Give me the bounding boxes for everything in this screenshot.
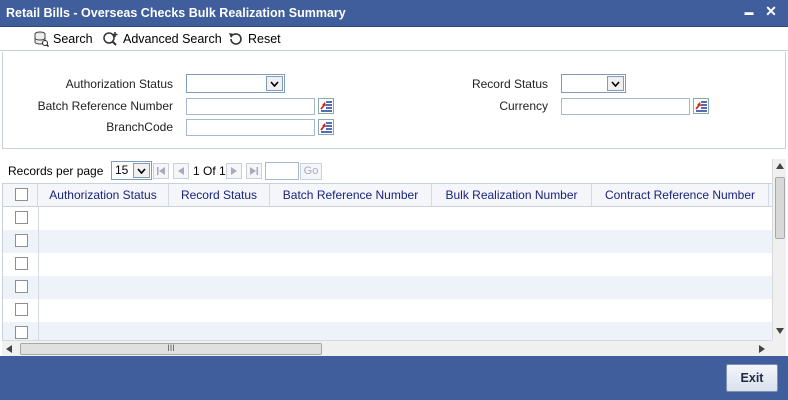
close-icon[interactable]: ✕ [763, 3, 779, 20]
row-checkbox[interactable] [15, 211, 28, 224]
column-header-batch-reference-number[interactable]: Batch Reference Number [270, 184, 432, 207]
go-button[interactable]: Go [300, 163, 322, 180]
table-row[interactable] [3, 276, 772, 299]
chevron-down-icon [607, 76, 624, 91]
footer-bar: Exit [0, 356, 788, 400]
currency-input[interactable] [561, 98, 690, 115]
authorization-status-label: Authorization Status [65, 77, 173, 91]
select-all-cell [3, 184, 38, 207]
last-page-icon[interactable] [246, 163, 262, 179]
horizontal-scroll-thumb[interactable]: III [20, 343, 322, 355]
row-checkbox[interactable] [15, 234, 28, 247]
vertical-scroll-thumb[interactable] [775, 177, 785, 239]
record-status-label: Record Status [471, 77, 548, 91]
scroll-corner [772, 340, 786, 356]
currency-lov-icon[interactable] [693, 98, 709, 114]
column-header-contract-reference-number[interactable]: Contract Reference Number [592, 184, 769, 207]
previous-page-icon[interactable] [173, 163, 189, 179]
first-page-icon[interactable] [153, 163, 169, 179]
scroll-up-icon[interactable] [776, 163, 784, 169]
search-criteria-panel: Authorization Status Batch Reference Num… [2, 52, 786, 149]
page-info: 1 Of 1 [193, 164, 226, 178]
select-all-checkbox[interactable] [15, 188, 28, 201]
minimize-icon[interactable]: ▬ [741, 7, 757, 17]
row-checkbox[interactable] [15, 280, 28, 293]
horizontal-scrollbar[interactable]: III [2, 340, 772, 356]
branch-code-input[interactable] [186, 119, 315, 136]
window-titlebar: Retail Bills - Overseas Checks Bulk Real… [0, 0, 788, 27]
scroll-left-icon[interactable] [6, 345, 12, 353]
results-grid: Authorization Status Record Status Batch… [2, 183, 772, 340]
reset-button[interactable]: Reset [228, 30, 281, 48]
advanced-search-button[interactable]: Advanced Search [102, 30, 222, 48]
reset-icon [229, 33, 242, 45]
table-row[interactable] [3, 207, 772, 230]
window-title: Retail Bills - Overseas Checks Bulk Real… [6, 6, 346, 20]
advanced-search-label: Advanced Search [123, 32, 222, 46]
vertical-scrollbar[interactable] [772, 159, 786, 340]
advanced-search-icon [103, 32, 118, 46]
branch-code-label: BranchCode [106, 120, 173, 134]
toolbar: Search Advanced Search Reset [0, 27, 788, 51]
records-per-page-select[interactable]: 15 [111, 161, 152, 180]
grid-header: Authorization Status Record Status Batch… [3, 183, 772, 207]
scroll-down-icon[interactable] [776, 328, 784, 334]
records-per-page-label: Records per page [8, 164, 104, 178]
reset-label: Reset [248, 32, 281, 46]
table-row[interactable] [3, 230, 772, 253]
record-status-select[interactable] [561, 74, 626, 93]
table-row[interactable] [3, 322, 772, 340]
exit-button[interactable]: Exit [726, 364, 778, 392]
table-row[interactable] [3, 299, 772, 322]
chevron-down-icon [133, 163, 150, 178]
page-number-input[interactable] [265, 162, 299, 180]
batch-reference-label: Batch Reference Number [37, 99, 173, 113]
next-page-icon[interactable] [226, 163, 242, 179]
currency-label: Currency [499, 99, 548, 113]
authorization-status-select[interactable] [186, 74, 285, 93]
row-checkbox[interactable] [15, 303, 28, 316]
pagination-bar: Records per page 15 1 Of 1 Go [2, 159, 786, 183]
batch-reference-input[interactable] [186, 98, 315, 115]
table-row[interactable] [3, 253, 772, 276]
row-checkbox[interactable] [15, 257, 28, 270]
branch-code-lov-icon[interactable] [318, 119, 334, 135]
search-label: Search [53, 32, 93, 46]
batch-reference-lov-icon[interactable] [318, 98, 334, 114]
database-search-icon [34, 31, 49, 47]
column-header-authorization-status[interactable]: Authorization Status [38, 184, 169, 207]
column-header-bulk-realization-number[interactable]: Bulk Realization Number [432, 184, 592, 207]
search-button[interactable]: Search [33, 30, 93, 48]
column-header-record-status[interactable]: Record Status [169, 184, 270, 207]
checkbox-column-divider [38, 207, 39, 340]
chevron-down-icon [266, 76, 283, 91]
scroll-right-icon[interactable] [759, 345, 765, 353]
row-checkbox[interactable] [15, 326, 28, 339]
